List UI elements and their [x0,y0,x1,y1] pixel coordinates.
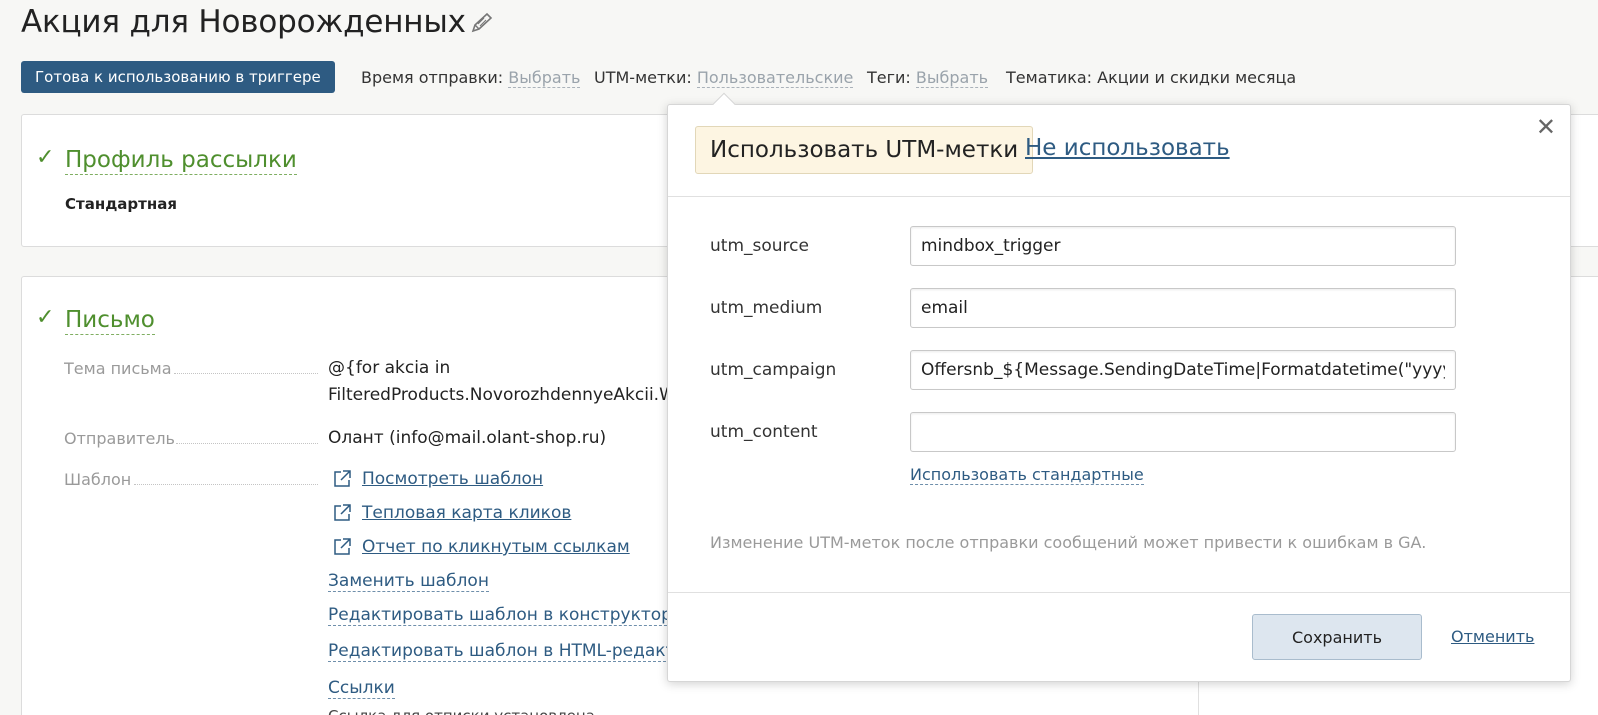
dotted-leader [134,484,318,485]
view-template-link[interactable]: Посмотреть шаблон [362,469,543,489]
tags-label: Теги: [867,68,911,87]
status-badge: Готова к использованию в триггере [21,61,335,93]
subject-label: Тема письма [64,359,318,378]
external-link-icon [332,469,352,493]
utm-popover: ✕ Использовать UTM-метки Не использовать… [667,92,1571,682]
utm-warning-text: Изменение UTM-меток после отправки сообщ… [710,533,1427,552]
use-standard-link[interactable]: Использовать стандартные [910,465,1144,485]
checkmark-icon: ✓ [36,145,55,170]
utm-source-input[interactable] [910,226,1456,266]
utm-medium-label: utm_medium [710,298,823,318]
template-label: Шаблон [64,470,318,489]
popover-arrow [712,92,736,116]
theme-value: Акции и скидки месяца [1097,68,1297,87]
click-report-link[interactable]: Отчет по кликнутым ссылкам [362,537,630,557]
save-button[interactable]: Сохранить [1252,614,1422,660]
profile-value: Стандартная [65,195,177,213]
theme-meta: Тематика: Акции и скидки месяца [1006,68,1296,87]
page-title: Акция для Новорожденных [21,4,496,42]
dotted-leader [176,443,318,444]
external-link-icon [332,503,352,527]
heatmap-link[interactable]: Тепловая карта кликов [362,503,571,523]
links-link[interactable]: Ссылки [328,678,395,699]
checkmark-icon: ✓ [36,305,55,330]
utm-source-label: utm_source [710,236,809,256]
utm-content-input[interactable] [910,412,1456,452]
theme-label: Тематика: [1006,68,1093,87]
edit-constructor-link[interactable]: Редактировать шаблон в конструкторе [328,605,683,626]
edit-html-link[interactable]: Редактировать шаблон в HTML-редакто [328,641,686,662]
send-time-label: Время отправки: [361,68,504,87]
send-time-link[interactable]: Выбрать [508,68,581,88]
utm-campaign-label: utm_campaign [710,360,837,380]
close-icon[interactable]: ✕ [1536,115,1556,139]
tags-link[interactable]: Выбрать [915,68,989,88]
popover-divider [668,592,1570,593]
replace-template-link[interactable]: Заменить шаблон [328,571,489,592]
profile-section-title[interactable]: Профиль рассылки [65,147,297,175]
subject-value-line2: FilteredProducts.NovorozhdennyeAkcii.W [328,385,676,405]
unsubscribe-note: Ссылка для отписки установлена [328,707,595,715]
send-time-meta: Время отправки: Выбрать [361,68,581,88]
tags-meta: Теги: Выбрать [867,68,989,88]
utm-meta-link[interactable]: Пользовательские [696,68,854,88]
utm-content-label: utm_content [710,422,818,442]
utm-meta-label: UTM-метки: [594,68,692,87]
sender-label: Отправитель [64,429,318,448]
letter-section-title[interactable]: Письмо [65,307,155,335]
dotted-leader [174,373,318,374]
cancel-link[interactable]: Отменить [1451,627,1534,646]
use-utm-toggle[interactable]: Использовать UTM-метки [695,126,1034,174]
dont-use-utm-toggle[interactable]: Не использовать [1025,135,1230,161]
utm-medium-input[interactable] [910,288,1456,328]
external-link-icon [332,537,352,561]
sender-value: Олант (info@mail.olant-shop.ru) [328,428,607,448]
pencil-icon[interactable] [470,6,496,42]
utm-campaign-input[interactable] [910,350,1456,390]
subject-value-line1: @{for akcia in [328,358,451,378]
popover-divider [668,196,1570,197]
page-title-text: Акция для Новорожденных [21,4,466,40]
utm-meta: UTM-метки: Пользовательские [594,68,854,88]
